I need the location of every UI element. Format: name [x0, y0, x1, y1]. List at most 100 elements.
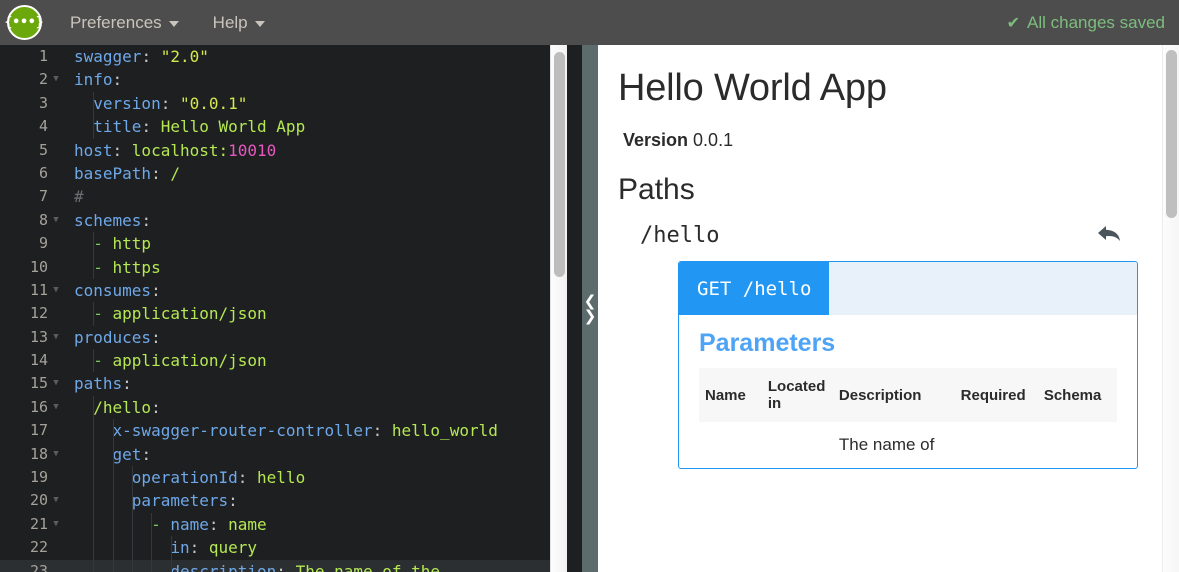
operation-header[interactable]: GET /hello — [679, 262, 1137, 315]
code-line-5[interactable]: host: localhost:10010 — [64, 139, 567, 162]
fold-toggle-icon[interactable]: ▼ — [50, 68, 62, 91]
indent-guide — [93, 395, 95, 420]
code-token: swagger — [74, 47, 142, 66]
column-header-located-in: Located in — [767, 378, 826, 412]
yaml-editor[interactable]: 1 2 ▼ 3 4 5 6 7 8 ▼ 9 10 11 ▼ 12 13 ▼ 14 15 ▼ 16 ▼ 17 18 ▼ 19 20 ▼ 2… — [0, 45, 582, 572]
editor-code-area[interactable]: swagger: "2.0" info: version: "0.0.1" tit… — [64, 45, 567, 572]
code-line-13[interactable]: produces: — [64, 326, 567, 349]
menu-preferences[interactable]: Preferences — [58, 0, 191, 45]
doc-content: Hello World App Version 0.0.1 Paths /hel… — [598, 45, 1158, 572]
line-number-10: 10 — [29, 257, 48, 276]
operation-get-hello[interactable]: GET /hello Parameters Name Located in De… — [678, 261, 1138, 470]
code-line-23[interactable]: description: The name of the — [64, 559, 567, 572]
fold-toggle-icon[interactable]: ▼ — [50, 326, 62, 349]
indent-guide — [131, 559, 133, 572]
doc-scrollbar-thumb[interactable] — [1166, 50, 1177, 218]
menu-help[interactable]: Help — [201, 0, 277, 45]
parameters-table-head: Name Located in Description Required Sch… — [699, 368, 1117, 422]
indent-guide — [93, 302, 95, 326]
fold-toggle-icon[interactable]: ▼ — [50, 396, 62, 419]
pane-splitter[interactable]: ❮ ❯ — [582, 45, 598, 572]
line-number-5: 5 — [38, 140, 48, 159]
code-line-6[interactable]: basePath: / — [64, 162, 567, 185]
editor-scrollbar-thumb[interactable] — [554, 52, 565, 277]
fold-toggle-icon[interactable]: ▼ — [50, 489, 62, 512]
code-token: https — [112, 257, 161, 277]
code-token: : — [208, 514, 229, 534]
cell-located-in — [762, 422, 833, 468]
line-number-14: 14 — [29, 351, 48, 370]
line-number-22: 22 — [29, 538, 48, 557]
doc-vertical-scrollbar[interactable] — [1162, 45, 1179, 572]
code-token: : — [237, 468, 258, 488]
fold-toggle-icon[interactable]: ▼ — [50, 209, 62, 232]
swagger-braces-logo-icon: {•••} — [4, 5, 44, 40]
code-token: query — [208, 538, 258, 558]
version-value: 0.0.1 — [693, 130, 734, 150]
code-line-3[interactable]: version: "0.0.1" — [64, 91, 567, 116]
fold-toggle-icon[interactable]: ▼ — [50, 372, 62, 395]
fold-toggle-icon[interactable]: ▼ — [50, 443, 62, 466]
parameters-table-body: The name of — [699, 422, 1117, 468]
code-line-1[interactable]: swagger: "2.0" — [64, 45, 567, 68]
code-line-17[interactable]: x-swagger-router-controller: hello_world — [64, 419, 567, 443]
line-number-13: 13 ▼ — [0, 326, 64, 349]
version-line: Version 0.0.1 — [623, 130, 1138, 151]
api-documentation-pane: Hello World App Version 0.0.1 Paths /hel… — [598, 45, 1179, 572]
code-token: description — [74, 561, 277, 572]
code-token: produces — [74, 327, 152, 347]
code-line-12[interactable]: - application/json — [64, 302, 567, 326]
indent-guide — [93, 442, 95, 467]
code-line-2[interactable]: info: — [64, 68, 567, 91]
indent-guide — [170, 559, 172, 572]
chevron-right-icon[interactable]: ❯ — [584, 308, 597, 324]
indent-guide — [131, 489, 133, 513]
swagger-logo[interactable]: {•••} — [0, 0, 48, 45]
code-line-11[interactable]: consumes: — [64, 279, 567, 302]
code-line-19[interactable]: operationId: hello — [64, 466, 567, 490]
code-token: : — [141, 47, 161, 66]
line-number-18: 18 ▼ — [0, 443, 64, 466]
code-token: name — [170, 514, 209, 534]
fold-toggle-icon[interactable]: ▼ — [50, 279, 62, 302]
reply-arrow-icon[interactable] — [1096, 223, 1128, 249]
line-number-6: 6 — [38, 163, 48, 182]
indent-guide — [112, 559, 114, 572]
check-mark-icon: ✔ — [1006, 14, 1021, 32]
line-number-20: 20 ▼ — [0, 489, 64, 512]
code-line-7[interactable]: # — [64, 185, 567, 208]
indent-guide — [131, 466, 133, 490]
code-line-14[interactable]: - application/json — [64, 349, 567, 373]
indent-guide — [93, 489, 95, 513]
column-header-required: Required — [960, 386, 1026, 404]
code-token: host — [74, 140, 113, 160]
menu-preferences-label: Preferences — [70, 12, 162, 32]
indent-guide — [151, 559, 153, 572]
code-line-4[interactable]: title: Hello World App — [64, 115, 567, 139]
code-line-10[interactable]: - https — [64, 255, 567, 279]
code-line-21[interactable]: - name: name — [64, 512, 567, 537]
code-line-8[interactable]: schemes: — [64, 209, 567, 232]
code-line-15[interactable]: paths: — [64, 372, 567, 395]
indent-guide — [112, 466, 114, 490]
indent-guide — [112, 512, 114, 537]
code-line-9[interactable]: - http — [64, 232, 567, 256]
indent-guide — [151, 512, 153, 537]
code-token: - — [74, 514, 171, 534]
chevron-down-icon — [254, 21, 265, 27]
code-line-16[interactable]: /hello: — [64, 395, 567, 420]
code-token: "0.0.1" — [179, 93, 248, 113]
code-line-18[interactable]: get: — [64, 442, 567, 467]
code-token: : — [122, 374, 132, 394]
code-token: : — [151, 397, 161, 417]
code-token: : — [189, 538, 209, 558]
code-line-22[interactable]: in: query — [64, 536, 567, 560]
code-token: : — [151, 163, 171, 183]
line-number-12: 12 — [29, 304, 48, 323]
code-token: get — [74, 444, 142, 464]
fold-toggle-icon[interactable]: ▼ — [50, 513, 62, 536]
code-token: : — [112, 140, 132, 160]
code-line-20[interactable]: parameters: — [64, 489, 567, 513]
indent-guide — [112, 419, 114, 443]
editor-vertical-scrollbar[interactable] — [550, 45, 567, 572]
